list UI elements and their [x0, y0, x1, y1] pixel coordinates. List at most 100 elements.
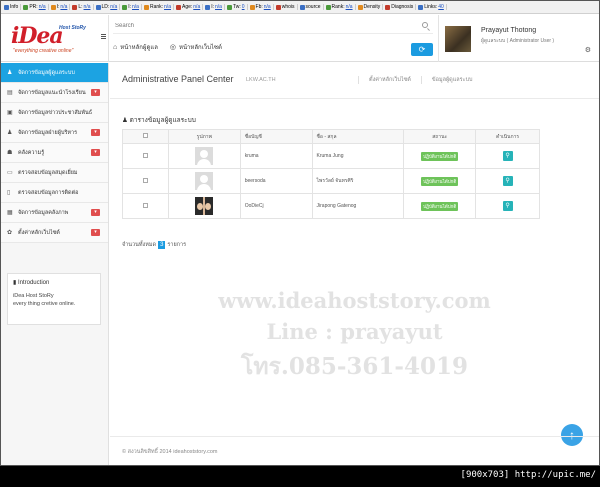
seo-icon	[226, 4, 232, 10]
breadcrumb-item[interactable]: ตั้งค่าหลักเว็บไซต์	[358, 76, 421, 84]
avatar[interactable]	[445, 26, 471, 52]
sidebar-item[interactable]: ▦ จัดการข้อมูลคลังภาพ ▾	[1, 203, 108, 223]
seo-item[interactable]: source	[299, 4, 324, 10]
seo-item[interactable]: Fb: n/a	[249, 4, 274, 10]
row-action: ⚲	[475, 143, 540, 169]
seo-item[interactable]: whois	[275, 4, 298, 10]
sidebar-item[interactable]: ✿ ตั้งค่าหลักเว็บไซต์ ▾	[1, 223, 108, 243]
seo-item[interactable]: PR: n/a	[23, 4, 49, 10]
arrow-up-icon: ↑	[569, 428, 575, 442]
sidebar-item-label: จัดการข้อมูลคลังภาพ	[18, 209, 69, 216]
chevron-down-icon[interactable]: ▾	[91, 209, 100, 216]
sidebar-item-label: จัดการข้อมูลฝ่ายผู้บริหาร	[18, 129, 78, 136]
seo-value[interactable]: n/a	[193, 4, 200, 10]
col-select[interactable]	[122, 129, 169, 144]
nav-site-home[interactable]: ◎ หน้าหลักเว็บไซต์	[170, 42, 222, 52]
sidebar-item[interactable]: ▭ ตรวจสอบข้อมูลสมุดเยี่ยม	[1, 163, 108, 183]
sidebar-icon: ♟	[7, 130, 13, 136]
row-fullname: Jirapong Gatenog	[311, 193, 405, 219]
chevron-down-icon[interactable]: ▾	[91, 129, 100, 136]
intro-line: every thing cretive online.	[13, 301, 76, 307]
seo-value[interactable]: 0	[242, 4, 245, 10]
chevron-down-icon[interactable]: ▾	[91, 229, 100, 236]
sidebar-icon: ▦	[7, 210, 13, 216]
row-select[interactable]	[122, 143, 169, 169]
seo-item[interactable]: I: n/a	[122, 4, 142, 10]
seo-value[interactable]: n/a	[346, 4, 353, 10]
sidebar-item[interactable]: ▤ จัดการข้อมูลแนะนำโรงเรียน ▾	[1, 83, 108, 103]
gear-icon[interactable]: ⚙	[585, 46, 591, 54]
seo-value[interactable]: 40	[438, 4, 444, 10]
seo-value[interactable]: n/a	[39, 4, 46, 10]
seo-item[interactable]: LD: n/a	[95, 4, 121, 10]
seo-value[interactable]: n/a	[215, 4, 222, 10]
seo-value[interactable]: n/a	[110, 4, 117, 10]
row-checkbox[interactable]	[142, 152, 148, 158]
row-fullname: Kruma Jung	[311, 143, 405, 169]
seo-item[interactable]: Age: n/a	[175, 4, 204, 10]
search-icon[interactable]: ⚲	[502, 176, 513, 186]
seo-item[interactable]: Links: 40	[418, 4, 447, 10]
intro-title: ▮ Introduction	[13, 280, 50, 286]
row-select[interactable]	[122, 168, 169, 194]
seo-item[interactable]: Tw: 0	[226, 4, 248, 10]
status-badge[interactable]: ปฏิบัติงานได้ปกติ	[421, 151, 459, 161]
status-badge[interactable]: ปฏิบัติงานได้ปกติ	[421, 176, 459, 186]
seo-icon	[205, 4, 211, 10]
sidebar-item[interactable]: ☗ คลังความรู้ ▾	[1, 143, 108, 163]
avatar	[195, 172, 214, 190]
status-badge[interactable]: ปฏิบัติงานได้ปกติ	[421, 201, 459, 211]
logo[interactable]: iDea Host StoRy "everything creative onl…	[1, 15, 109, 62]
seo-value[interactable]: n/a	[84, 4, 91, 10]
seo-item[interactable]: I: n/a	[50, 4, 71, 10]
seo-value[interactable]: n/a	[60, 4, 67, 10]
refresh-button[interactable]: ⟳	[411, 43, 433, 56]
seo-value[interactable]: n/a	[164, 4, 171, 10]
search-icon[interactable]	[422, 22, 428, 28]
search-icon[interactable]: ⚲	[502, 201, 513, 211]
row-account: beersoda	[239, 168, 313, 194]
sidebar-item-label: จัดการข้อมูลข่าวประชาสัมพันธ์	[18, 109, 93, 116]
seo-item[interactable]: I: n/a	[205, 4, 225, 10]
seo-item[interactable]: Density	[357, 4, 384, 10]
search-icon[interactable]: ⚲	[502, 151, 513, 161]
seo-icon	[299, 4, 305, 10]
seo-label: Links:	[424, 4, 438, 10]
seo-value[interactable]: n/a	[132, 4, 139, 10]
seo-item[interactable]: Rank: n/a	[143, 4, 174, 10]
sidebar-item[interactable]: ▣ จัดการข้อมูลข่าวประชาสัมพันธ์	[1, 103, 108, 123]
seo-label: Fb:	[255, 4, 263, 10]
seo-item[interactable]: Info	[4, 4, 22, 10]
seo-label: I:	[128, 4, 132, 10]
sidebar-item[interactable]: ▯ ตรวจสอบข้อมูลการติดต่อ	[1, 183, 108, 203]
seo-label: Tw:	[232, 4, 241, 10]
col-photo: รูปภาพ	[167, 129, 241, 144]
menu-toggle-icon[interactable]	[101, 34, 106, 40]
copyright: © สงวนลิขสิทธิ์ 2014 ideahoststory.com	[122, 449, 218, 455]
seo-item[interactable]: L: n/a	[72, 4, 94, 10]
row-select[interactable]	[122, 193, 169, 219]
row-account: OoDieCj	[239, 193, 313, 219]
seo-item[interactable]: Diagnosis	[385, 4, 417, 10]
page-title: Administrative Panel Center	[122, 74, 234, 84]
sidebar-icon: ▣	[7, 110, 13, 116]
seo-label: Density	[363, 4, 381, 10]
row-checkbox[interactable]	[142, 177, 148, 183]
seo-label: I:	[211, 4, 215, 10]
select-all-checkbox[interactable]	[142, 133, 148, 138]
sidebar-item-label: ตรวจสอบข้อมูลการติดต่อ	[18, 189, 79, 196]
chevron-down-icon[interactable]: ▾	[91, 149, 100, 156]
row-checkbox[interactable]	[142, 202, 148, 208]
breadcrumb-item[interactable]: ข้อมูลผู้ดูแลระบบ	[420, 76, 483, 84]
seo-label: Diagnosis	[391, 4, 414, 10]
section-title: ♟ ตารางข้อมูลผู้ดูแลระบบ	[122, 117, 196, 124]
seo-item[interactable]: Rank: n/a	[325, 4, 356, 10]
sidebar-item[interactable]: ♟ จัดการข้อมูลผู้ดูแลระบบ	[1, 63, 108, 83]
chevron-down-icon[interactable]: ▾	[91, 89, 100, 96]
nav-admin-home[interactable]: ⌂ หน้าหลักผู้ดูแล	[113, 42, 158, 52]
seo-label: L:	[78, 4, 83, 10]
seo-value[interactable]: n/a	[264, 4, 271, 10]
scroll-top-button[interactable]: ↑	[561, 424, 583, 446]
search-input[interactable]	[113, 20, 413, 32]
sidebar-item[interactable]: ♟ จัดการข้อมูลฝ่ายผู้บริหาร ▾	[1, 123, 108, 143]
